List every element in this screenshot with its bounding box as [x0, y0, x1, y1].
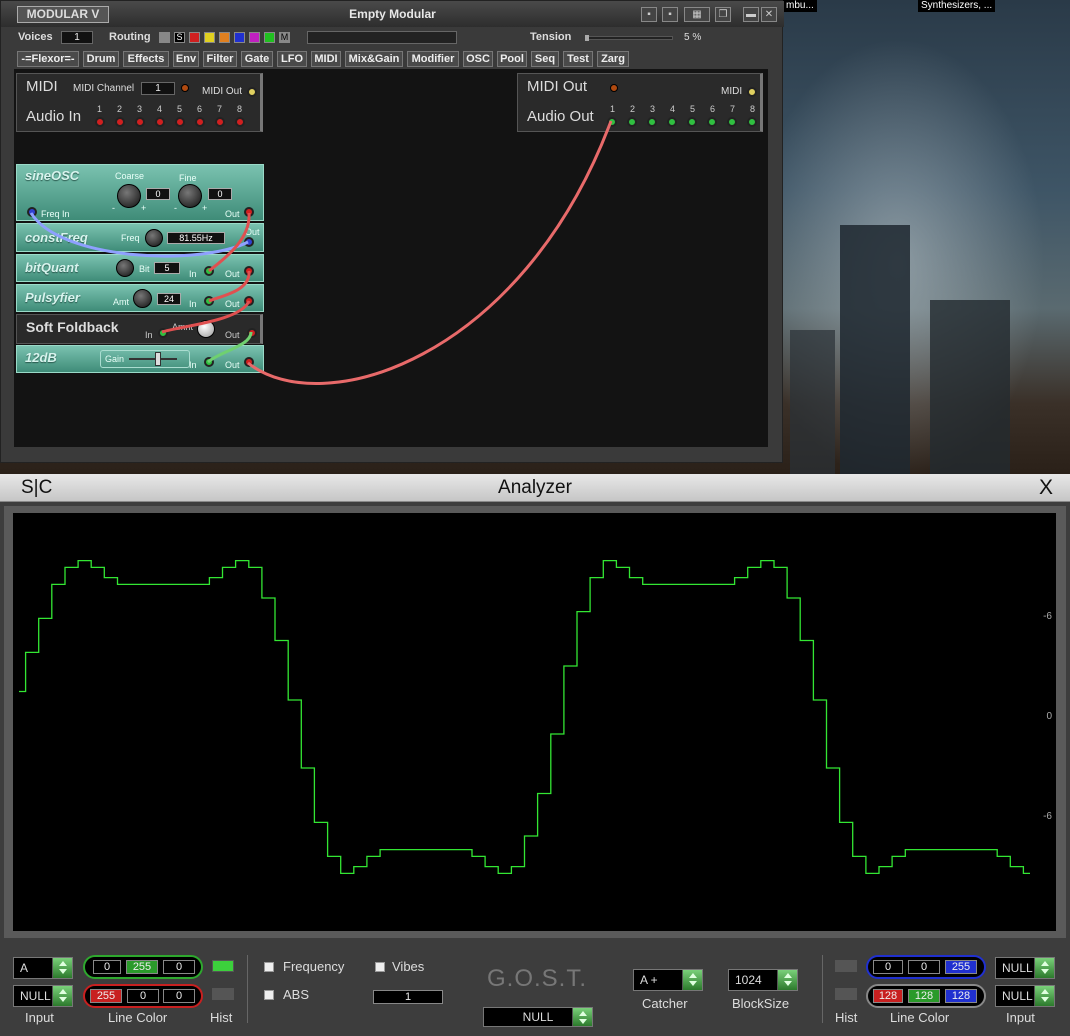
blocksize-label: BlockSize	[732, 996, 790, 1011]
hist-toggle-bottom[interactable]	[212, 988, 234, 1000]
patch-cable	[29, 212, 249, 258]
patch-cable	[207, 331, 253, 364]
hist-label: Hist	[835, 1010, 858, 1025]
blocksize-select[interactable]: 1024	[728, 969, 798, 991]
patch-cable	[161, 300, 251, 334]
stepper-icon[interactable]	[52, 986, 72, 1006]
stepper-icon[interactable]	[777, 970, 797, 990]
gost-label: G.O.S.T.	[487, 965, 588, 992]
color-r-field[interactable]: 0	[873, 960, 903, 974]
color-b-field[interactable]: 0	[163, 989, 195, 1003]
y-axis-label: 0	[1046, 711, 1052, 722]
separator	[822, 955, 823, 1023]
y-axis-label: -6	[1043, 811, 1052, 822]
background-building	[790, 330, 835, 475]
hist-toggle-bottom[interactable]	[835, 988, 857, 1000]
frequency-checkbox[interactable]	[264, 962, 274, 972]
hist-toggle-top[interactable]	[212, 960, 234, 972]
gost-select-value: NULL	[522, 1010, 554, 1024]
patch-cables	[29, 120, 613, 385]
color-b-field[interactable]: 0	[163, 960, 195, 974]
oscilloscope-display[interactable]: -6 0 -6	[13, 513, 1056, 931]
vibes-checkbox[interactable]	[375, 962, 385, 972]
color-g-field[interactable]: 255	[126, 960, 158, 974]
stepper-icon[interactable]	[682, 970, 702, 990]
line-color-label: Line Color	[108, 1010, 168, 1025]
catcher-select[interactable]: A +	[633, 969, 703, 991]
stepper-icon[interactable]	[1034, 958, 1054, 978]
input-select-bottom[interactable]: NULL	[13, 985, 73, 1007]
input-label: Input	[25, 1010, 54, 1025]
catcher-select-value: A +	[640, 973, 658, 987]
gost-select[interactable]: NULL	[483, 1007, 593, 1027]
waveform-line	[19, 559, 1030, 875]
input-select-top-value: NULL	[1002, 961, 1033, 975]
color-b-field[interactable]: 128	[945, 989, 977, 1003]
modular-window: MODULAR V Empty Modular ▪ ▪ ▦ ❐ ▬ ✕ Voic…	[0, 0, 784, 463]
y-axis-label: -6	[1043, 611, 1052, 622]
input-select-bottom-value: NULL	[20, 989, 51, 1003]
color-g-field[interactable]: 0	[908, 960, 940, 974]
hist-label: Hist	[210, 1010, 233, 1025]
taskbar-item[interactable]: mbu...	[783, 0, 817, 12]
input-select-top[interactable]: NULL	[995, 957, 1055, 979]
taskbar-item[interactable]: Synthesizers, ...	[918, 0, 996, 12]
input-select-bottom[interactable]: NULL	[995, 985, 1055, 1007]
color-r-field[interactable]: 0	[93, 960, 121, 974]
input-select-top[interactable]: A	[13, 957, 73, 979]
hist-toggle-top[interactable]	[835, 960, 857, 972]
color-b-field[interactable]: 255	[945, 960, 977, 974]
catcher-label: Catcher	[642, 996, 688, 1011]
color-g-field[interactable]: 128	[908, 989, 940, 1003]
close-button[interactable]: X	[1039, 476, 1053, 500]
stepper-icon[interactable]	[52, 958, 72, 978]
stepper-icon[interactable]	[572, 1008, 592, 1026]
color-r-field[interactable]: 128	[873, 989, 903, 1003]
background-building	[840, 225, 910, 475]
frequency-label: Frequency	[283, 959, 345, 974]
line-color-label: Line Color	[890, 1010, 950, 1025]
waveform-trace	[19, 559, 1030, 875]
input-label: Input	[1006, 1010, 1035, 1025]
analyzer-titlebar[interactable]: S|C Analyzer X	[0, 474, 1070, 502]
abs-checkbox[interactable]	[264, 990, 274, 1000]
patch-cable	[208, 270, 251, 303]
patch-cable	[247, 120, 613, 385]
stepper-icon[interactable]	[1034, 986, 1054, 1006]
color-g-field[interactable]: 0	[127, 989, 159, 1003]
input-select-top-value: A	[20, 961, 29, 975]
patch-cable	[208, 212, 251, 273]
separator	[247, 955, 248, 1023]
background-building	[930, 300, 1010, 475]
color-r-field[interactable]: 255	[90, 989, 122, 1003]
blocksize-select-value: 1024	[735, 973, 762, 987]
input-select-bottom-value: NULL	[1002, 989, 1033, 1003]
analyzer-title: Analyzer	[498, 477, 572, 498]
abs-label: ABS	[283, 987, 310, 1002]
vibes-label: Vibes	[392, 959, 425, 974]
vibes-input[interactable]: 1	[373, 990, 443, 1004]
